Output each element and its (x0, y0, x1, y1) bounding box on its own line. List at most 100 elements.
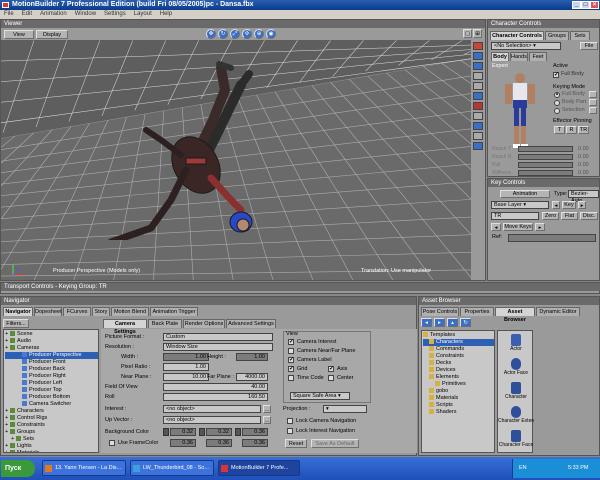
tool-icon[interactable] (473, 62, 483, 70)
tree-item[interactable]: + Scene (5, 331, 98, 338)
minimize-button[interactable]: _ (572, 1, 581, 9)
tab-groups[interactable]: Groups (545, 31, 569, 40)
interest-field[interactable]: <no object> (163, 405, 261, 413)
language-indicator[interactable]: EN (519, 464, 527, 472)
display-button[interactable]: Display (36, 30, 68, 39)
asset-tree-item[interactable]: Materials (423, 395, 494, 402)
tree-item[interactable]: + Constraints (5, 422, 98, 429)
body-tab-hands[interactable]: Hands (510, 52, 528, 61)
maximize-button[interactable]: □ (581, 1, 590, 9)
tree-item[interactable]: Producer Top (5, 387, 98, 394)
height-field[interactable]: 1.00 (236, 353, 268, 361)
character-model[interactable] (91, 60, 281, 240)
move-next-button[interactable]: ▸ (535, 223, 545, 231)
scale-icon[interactable]: ⤢ (230, 29, 240, 39)
tool-icon[interactable] (473, 142, 483, 150)
menu-item-window[interactable]: Window (75, 11, 96, 17)
tool-icon[interactable] (473, 82, 483, 90)
character-figure[interactable] (500, 70, 540, 150)
asset-tree-item[interactable]: Decks (423, 360, 494, 367)
view-checkbox[interactable]: ✓ (288, 357, 294, 363)
save-default-button[interactable]: Save As Default (311, 439, 359, 448)
tree-item[interactable]: Producer Bottom (5, 394, 98, 401)
use-framecolor-checkbox[interactable] (109, 440, 115, 446)
start-button[interactable]: Пуск (1, 460, 35, 477)
navigator-tree[interactable]: + Scene + Audio + Cameras Producer Perspective… (3, 329, 99, 453)
viewer-panel[interactable]: Viewer View Display ✥ ↻ ⤢ ✣ ⊕ ◉ ▢ ⊞ Prod… (0, 19, 486, 281)
tab-motion-blend[interactable]: Motion Blend (111, 307, 149, 316)
tab-dopesheet[interactable]: Dopesheet (34, 307, 62, 316)
asset-item[interactable]: Actor Face (498, 358, 534, 376)
subtab-camera-settings[interactable]: Camera Settings (103, 319, 147, 335)
view-checkbox[interactable] (288, 375, 294, 381)
asset-tree-item[interactable]: Devices (423, 367, 494, 374)
asset-tree-item[interactable]: Constraints (423, 353, 494, 360)
subtab-render-options[interactable]: Render Options (183, 319, 225, 328)
tree-item[interactable]: + Materials (5, 450, 98, 452)
filters-button[interactable]: Filters... (3, 319, 29, 328)
safe-area-dropdown[interactable]: Square Safe Area ▾ (290, 392, 350, 400)
lock-camera-nav-checkbox[interactable] (287, 418, 293, 424)
view-checkbox[interactable] (328, 375, 334, 381)
menu-item-help[interactable]: Help (160, 11, 172, 17)
next-key-button[interactable]: ▸ (578, 201, 586, 209)
tr-dropdown[interactable]: TR (491, 212, 539, 220)
asset-item[interactable]: Character Face (498, 430, 534, 448)
tool-icon[interactable] (473, 112, 483, 120)
menu-item-animation[interactable]: Animation (40, 11, 67, 17)
slider-track[interactable] (518, 154, 573, 160)
taskbar-item[interactable]: 13. Yann Tiersen - La Dis... (42, 460, 126, 476)
color-swatch[interactable] (199, 428, 205, 436)
up-folder-icon[interactable]: ▴ (447, 318, 458, 327)
zero-button[interactable]: Zero (542, 212, 559, 220)
forward-icon[interactable]: ▸ (434, 318, 445, 327)
subtab-back-plate[interactable]: Back Plate (148, 319, 182, 328)
tab-properties[interactable]: Properties (460, 307, 494, 316)
menu-item-layout[interactable]: Layout (134, 11, 152, 17)
body-tab-body[interactable]: Body (491, 52, 509, 61)
tab-story[interactable]: Story (92, 307, 110, 316)
keying-mode-radio[interactable]: • (554, 92, 560, 98)
tree-item[interactable]: Producer Left (5, 380, 98, 387)
key-button[interactable]: Key (562, 201, 576, 209)
taskbar-item[interactable]: MotionBuilder 7 Profe... (218, 460, 300, 476)
pin-r-button[interactable]: R (566, 126, 577, 134)
body-tab-feet[interactable]: Feet (529, 52, 547, 61)
tree-item[interactable]: Producer Back (5, 366, 98, 373)
color-swatch[interactable] (235, 428, 241, 436)
close-button[interactable]: × (590, 1, 599, 9)
tool-icon[interactable] (473, 52, 483, 60)
tab-sets[interactable]: Sets (570, 31, 590, 40)
layer-dropdown[interactable]: Base Layer ▾ (491, 201, 549, 209)
reset-button[interactable]: Reset (285, 439, 307, 448)
keying-mode-key-button[interactable] (589, 91, 597, 98)
tree-item[interactable]: + Lights (5, 443, 98, 450)
tab-dynamic-editor[interactable]: Dynamic Editor (536, 307, 580, 316)
view-checkbox[interactable]: ✓ (288, 366, 294, 372)
resolution-dropdown[interactable]: Window Size (163, 343, 273, 351)
move-icon[interactable]: ✥ (206, 29, 216, 39)
pin-tr-button[interactable]: TR (578, 126, 589, 134)
ref-field[interactable] (508, 234, 596, 242)
bgcolor-field[interactable]: 0.32 (170, 428, 196, 436)
tool-icon[interactable] (473, 122, 483, 130)
quad-view-icon[interactable]: ⊞ (473, 29, 482, 38)
animation-button[interactable]: Animation (500, 190, 550, 198)
asset-tree-item[interactable]: Commands (423, 346, 494, 353)
keying-mode-radio[interactable] (554, 108, 560, 114)
slider-track[interactable] (518, 170, 573, 176)
keying-mode-radio[interactable] (554, 100, 560, 106)
tree-item[interactable]: + Sets (5, 436, 98, 443)
tab-animation-trigger[interactable]: Animation Trigger (150, 307, 198, 316)
asset-item[interactable]: Actor (498, 334, 534, 352)
asset-tree-item[interactable]: Templates (423, 332, 494, 339)
character-selection-dropdown[interactable]: <No Selection> ▾ (491, 42, 561, 50)
tool-icon[interactable] (473, 102, 483, 110)
bgcolor-field[interactable]: 0.36 (242, 428, 268, 436)
interest-picker-button[interactable]: … (263, 405, 271, 413)
upvector-field[interactable]: <no object> (163, 416, 261, 424)
rotate-icon[interactable]: ↻ (218, 29, 228, 39)
refresh-icon[interactable]: ↻ (460, 318, 471, 327)
select-icon[interactable]: ◉ (266, 29, 276, 39)
asset-tree-item[interactable]: gobo (423, 388, 494, 395)
